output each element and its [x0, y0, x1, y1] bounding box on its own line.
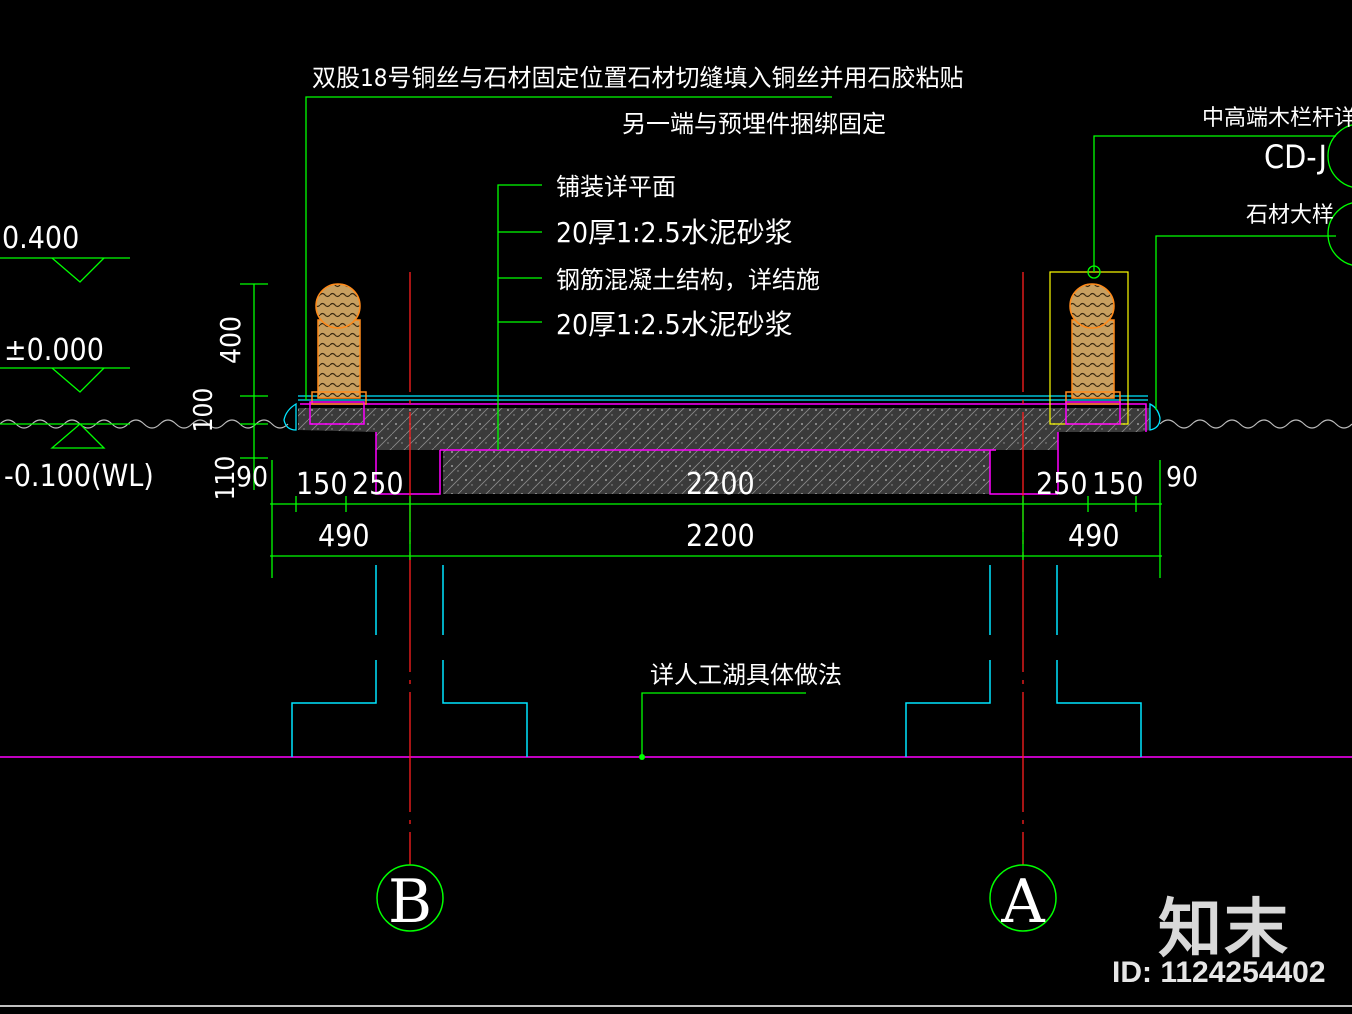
axis-label-a: A [1000, 867, 1045, 937]
note-stone-ref: 石材大样 [1246, 203, 1334, 228]
dim-100: 100 [189, 388, 219, 433]
note-railing-code: CD-J [1264, 138, 1327, 176]
dim-row1-c: 250 [352, 467, 404, 502]
cad-section-drawing: B A 双股18号铜丝与石材固定位置石材切缝填入铜丝并用石胶粘贴 另一端与预埋件… [0, 64, 1352, 1007]
railing-post-left [309, 283, 367, 425]
dim-row2-b: 2200 [686, 519, 755, 554]
railing-ref-bubble [1327, 124, 1352, 188]
note-layer-4: 20厚1:2.5水泥砂浆 [556, 308, 793, 341]
note-layer-1: 铺装详平面 [556, 173, 676, 201]
water-wave-right [1159, 419, 1352, 429]
dim-row1-g: 90 [1166, 460, 1198, 493]
watermark-id: ID: 1124254402 [1112, 956, 1326, 989]
note-lake-ref: 详人工湖具体做法 [650, 661, 842, 689]
note-wire-line2: 另一端与预埋件捆绑固定 [622, 110, 886, 138]
level-top: 0.400 [2, 221, 79, 256]
note-layer-2: 20厚1:2.5水泥砂浆 [556, 216, 793, 249]
dim-row2-a: 490 [318, 519, 370, 554]
level-water: -0.100(WL) [4, 459, 154, 494]
note-layer-3: 钢筋混凝土结构，详结施 [556, 266, 820, 294]
dim-row1-e: 250 [1036, 467, 1088, 502]
dim-row2-c: 490 [1068, 519, 1120, 554]
dim-row1-f: 150 [1092, 467, 1144, 502]
railing-post-right [1049, 271, 1129, 425]
note-railing-ref: 中高端木栏杆详 [1202, 106, 1352, 131]
dim-row1-a: 90 [236, 460, 268, 493]
axis-label-b: B [388, 867, 432, 937]
level-zero: ±0.000 [4, 333, 104, 368]
dim-400: 400 [214, 316, 247, 364]
lake-ref-dot [639, 754, 645, 760]
dim-row1-b: 150 [296, 467, 348, 502]
note-wire-line1: 双股18号铜丝与石材固定位置石材切缝填入铜丝并用石胶粘贴 [312, 64, 963, 92]
dim-row1-d: 2200 [686, 467, 755, 502]
